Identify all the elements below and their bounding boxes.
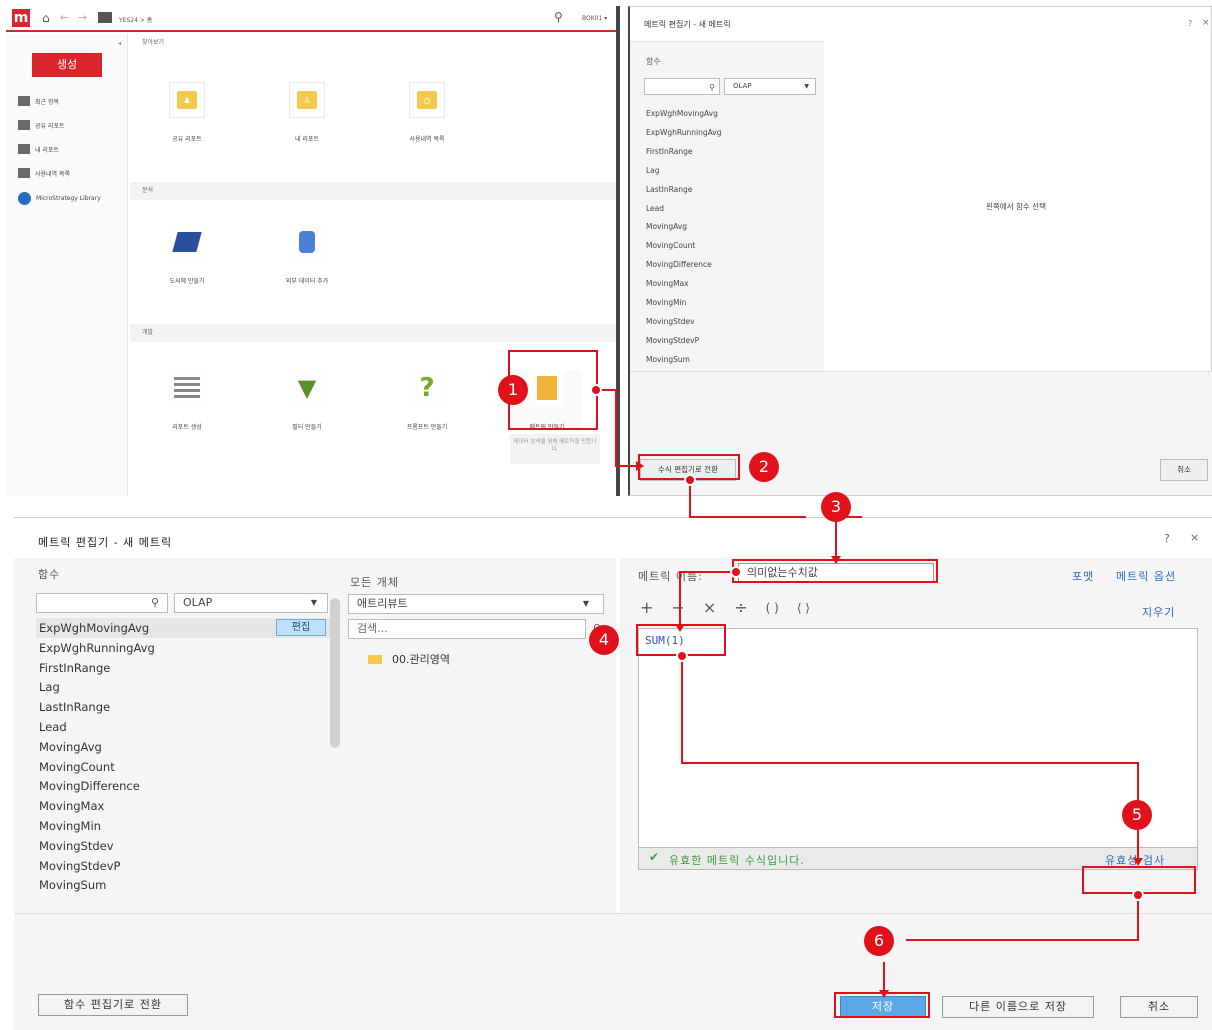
step-badge-3: 3 (821, 492, 851, 522)
step-badge-1: 1 (498, 375, 528, 405)
step-badge-6: 6 (864, 926, 894, 956)
connector-dot (684, 474, 696, 486)
connector-dot (590, 384, 602, 396)
connector-dot (730, 566, 742, 578)
step-badge-2: 2 (749, 452, 779, 482)
annotation-connectors (596, 389, 1143, 998)
step-badge-5: 5 (1122, 800, 1152, 830)
highlight-save (834, 992, 930, 1018)
connector-dot (676, 650, 688, 662)
connector-dot (1132, 889, 1144, 901)
highlight-metric-name (732, 559, 938, 583)
step-badge-4: 4 (589, 625, 619, 655)
